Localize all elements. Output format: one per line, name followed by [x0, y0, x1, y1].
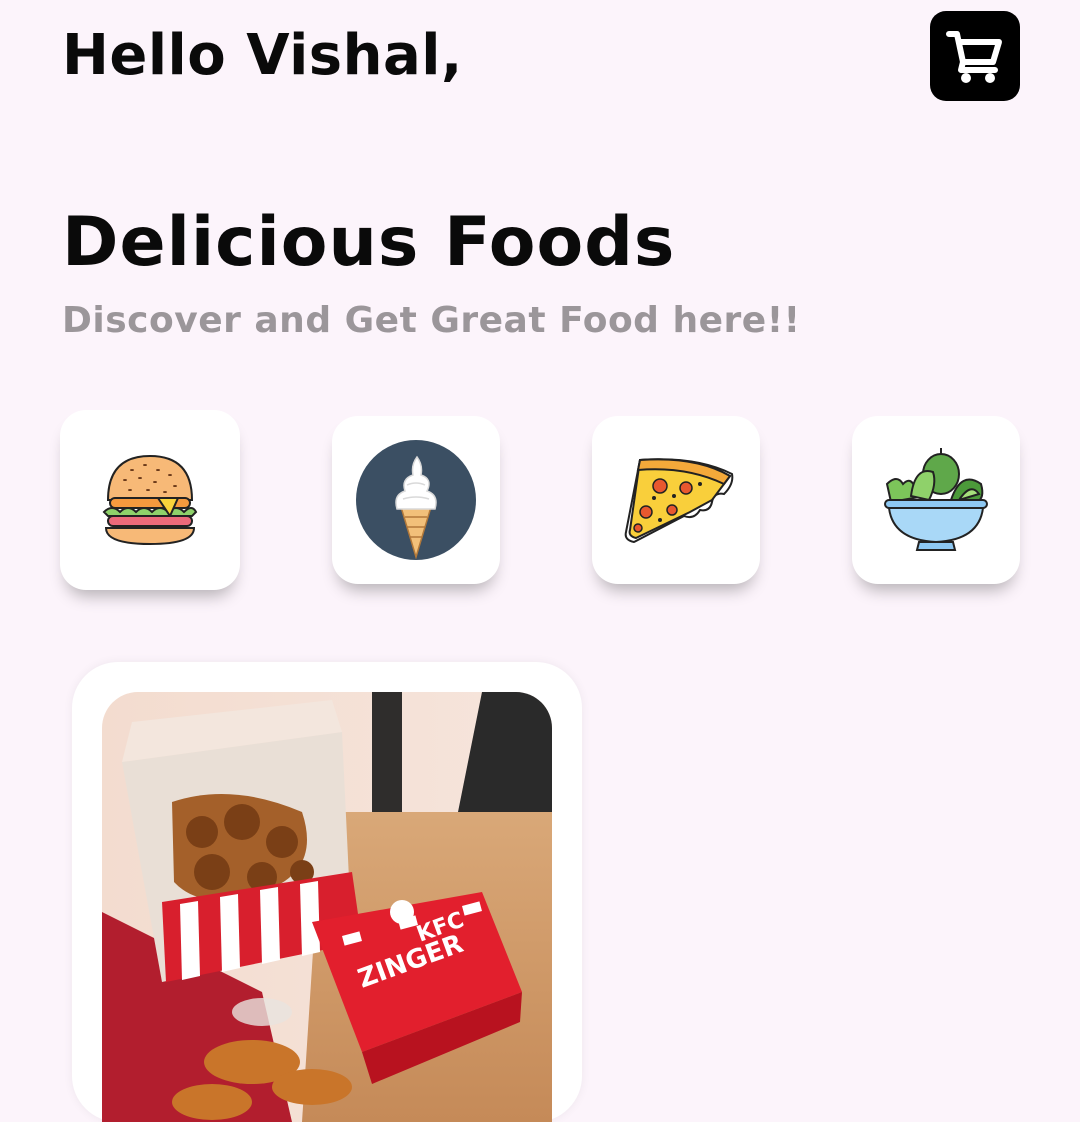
category-burger[interactable] [60, 410, 240, 590]
cart-button[interactable] [930, 11, 1020, 101]
featured-food-card[interactable]: ZINGER KFC [72, 662, 582, 1122]
pizza-icon [624, 458, 734, 544]
burger-icon [102, 454, 198, 546]
greeting-text: Hello Vishal, [62, 23, 463, 88]
shopping-cart-icon [946, 31, 1002, 83]
page-subtitle: Discover and Get Great Food here!! [62, 300, 801, 341]
kfc-chicken-zinger-photo: ZINGER KFC [102, 692, 552, 1122]
page-title: Delicious Foods [62, 203, 676, 282]
category-salad[interactable] [852, 416, 1020, 584]
category-pizza[interactable] [592, 416, 760, 584]
ice-cream-icon [356, 440, 476, 560]
salad-icon [884, 448, 988, 551]
category-ice-cream[interactable] [332, 416, 500, 584]
